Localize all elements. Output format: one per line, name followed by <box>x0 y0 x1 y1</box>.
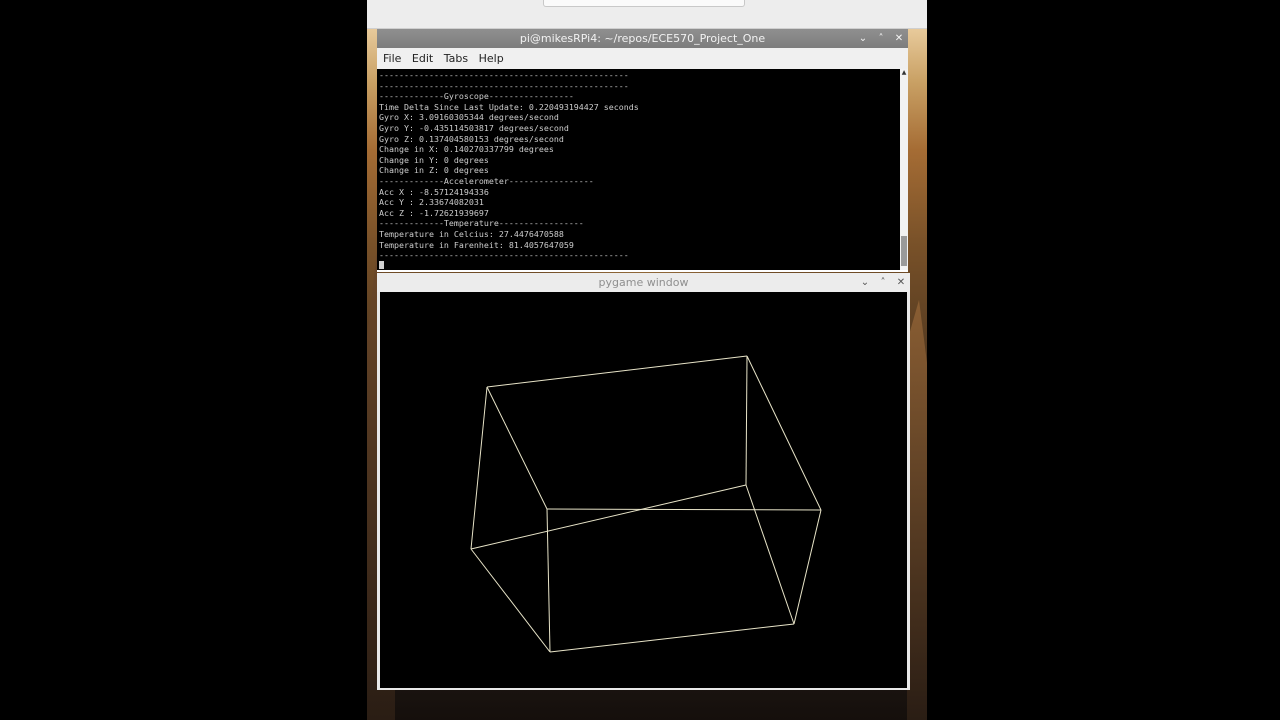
terminal-window[interactable]: pi@mikesRPi4: ~/repos/ECE570_Project_One… <box>377 29 908 272</box>
maximize-icon[interactable]: ˄ <box>874 29 888 48</box>
pygame-canvas[interactable] <box>380 292 907 688</box>
terminal-line: ----------------------------------------… <box>379 80 629 91</box>
wireframe-cube <box>470 355 822 653</box>
menu-help[interactable]: Help <box>479 52 504 65</box>
cube-edge <box>546 508 822 511</box>
terminal-line: Change in X: 0.140270337799 degrees <box>379 144 554 155</box>
terminal-line: Temperature in Farenheit: 81.4057647059 <box>379 239 574 250</box>
terminal-title: pi@mikesRPi4: ~/repos/ECE570_Project_One <box>519 32 766 45</box>
terminal-line: Acc Z : -1.72621939697 <box>379 207 489 218</box>
terminal-menubar: File Edit Tabs Help <box>377 48 908 69</box>
terminal-cursor <box>379 261 384 269</box>
terminal-line: Gyro Z: 0.137404580153 degrees/second <box>379 133 564 144</box>
cube-edge <box>470 548 551 653</box>
terminal-line: Gyro X: 3.09160305344 degrees/second <box>379 112 559 123</box>
cube-edge <box>486 355 748 388</box>
terminal-output[interactable]: ----------------------------------------… <box>377 69 900 270</box>
cube-edge <box>745 484 795 625</box>
menu-tabs[interactable]: Tabs <box>444 52 468 65</box>
close-icon[interactable]: ✕ <box>894 273 908 292</box>
terminal-line: -------------Temperature----------------… <box>379 218 584 229</box>
pygame-window[interactable]: pygame window ⌄ ˄ ✕ <box>377 273 910 690</box>
terminal-titlebar[interactable]: pi@mikesRPi4: ~/repos/ECE570_Project_One… <box>377 29 908 48</box>
cube-edge <box>793 509 822 625</box>
terminal-line: Acc Y : 2.33674082031 <box>379 197 484 208</box>
terminal-line: -------------Accelerometer--------------… <box>379 175 594 186</box>
terminal-line: ----------------------------------------… <box>379 70 629 80</box>
terminal-line: -------------Gyroscope----------------- <box>379 91 574 102</box>
desktop-top-panel <box>367 0 927 29</box>
terminal-line: Temperature in Celcius: 27.4476470588 <box>379 228 564 239</box>
terminal-window-controls: ⌄ ˄ ✕ <box>856 29 906 48</box>
menu-file[interactable]: File <box>383 52 401 65</box>
scrollbar-thumb[interactable] <box>901 236 907 266</box>
wallpaper-mountain-right <box>907 300 927 720</box>
scroll-up-icon[interactable]: ▲ <box>900 69 908 77</box>
terminal-text: ----------------------------------------… <box>377 69 900 261</box>
terminal-line: Change in Z: 0 degrees <box>379 165 489 176</box>
minimize-icon[interactable]: ⌄ <box>856 29 870 48</box>
close-icon[interactable]: ✕ <box>892 29 906 48</box>
terminal-line: Gyro Y: -0.435114503817 degrees/second <box>379 122 569 133</box>
cube-edge <box>470 386 488 550</box>
pygame-title: pygame window <box>598 276 689 289</box>
cube-edge <box>549 623 795 653</box>
cube-edge <box>746 355 822 511</box>
cube-edge <box>486 386 548 510</box>
pygame-titlebar[interactable]: pygame window ⌄ ˄ ✕ <box>377 273 910 292</box>
terminal-line: Change in Y: 0 degrees <box>379 154 489 165</box>
terminal-scrollbar[interactable]: ▲ <box>900 69 908 270</box>
minimize-icon[interactable]: ⌄ <box>858 273 872 292</box>
panel-handle[interactable] <box>543 0 745 7</box>
menu-edit[interactable]: Edit <box>412 52 433 65</box>
terminal-line: ----------------------------------------… <box>379 250 629 261</box>
cube-edge <box>470 484 747 550</box>
terminal-line: Acc X : -8.57124194336 <box>379 186 489 197</box>
pygame-window-controls: ⌄ ˄ ✕ <box>858 273 908 292</box>
terminal-line: Time Delta Since Last Update: 0.22049319… <box>379 101 639 112</box>
cube-edge <box>745 355 748 486</box>
maximize-icon[interactable]: ˄ <box>876 273 890 292</box>
